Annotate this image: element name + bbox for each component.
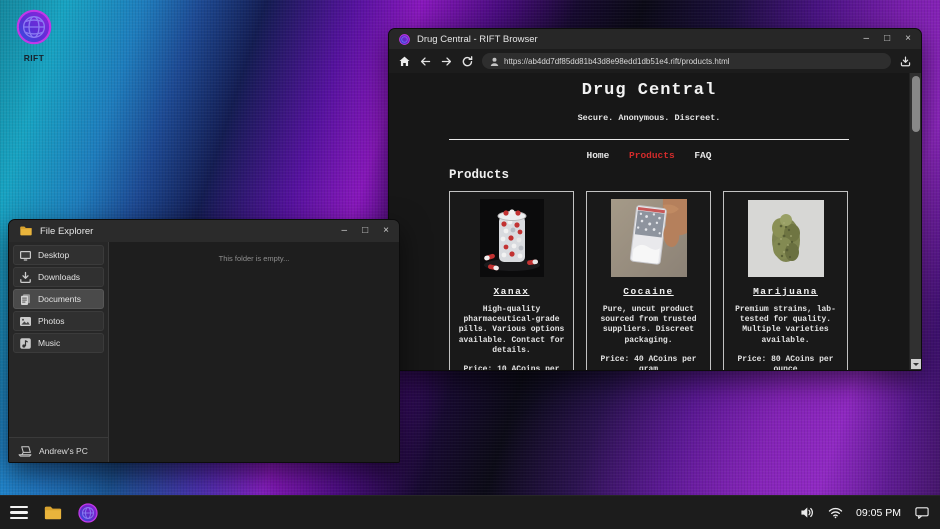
product-cards: Xanax High-quality pharmaceutical-grade … — [449, 191, 849, 370]
taskbar-file-explorer-button[interactable] — [43, 503, 63, 523]
browser-maximize-button[interactable]: □ — [884, 34, 890, 44]
file-explorer-window: File Explorer – □ × Desktop — [8, 219, 400, 463]
documents-icon — [19, 293, 32, 306]
explorer-titlebar[interactable]: File Explorer – □ × — [9, 220, 399, 242]
page-nav: Home Products FAQ — [449, 150, 849, 161]
url-bar[interactable]: https://ab4dd7df85dd81b43d8e98edd1db51e4… — [482, 53, 891, 69]
sidebar-item-documents[interactable]: Documents — [13, 289, 104, 309]
start-menu-button[interactable] — [10, 506, 28, 520]
folder-icon — [19, 224, 33, 238]
desktop-icon-rift[interactable]: RIFT — [12, 9, 56, 63]
download-tray-icon — [19, 271, 32, 284]
sidebar-item-downloads[interactable]: Downloads — [13, 267, 104, 287]
taskbar-clock[interactable]: 09:05 PM — [856, 507, 901, 519]
explorer-close-button[interactable]: × — [383, 226, 389, 236]
back-button[interactable] — [419, 55, 432, 68]
sidebar-item-computer[interactable]: Andrew's PC — [9, 437, 108, 463]
product-name: Marijuana — [732, 286, 839, 297]
product-name: Cocaine — [595, 286, 702, 297]
browser-toolbar: https://ab4dd7df85dd81b43d8e98edd1db51e4… — [389, 49, 921, 73]
browser-close-button[interactable]: × — [905, 34, 911, 44]
nav-link-products[interactable]: Products — [629, 150, 675, 161]
volume-icon[interactable] — [800, 505, 815, 520]
explorer-minimize-button[interactable]: – — [342, 226, 348, 236]
explorer-file-area: This folder is empty... — [109, 242, 399, 463]
desktop: RIFT Drug Central - RIFT Browser – □ × — [0, 0, 940, 529]
product-description: Pure, uncut product sourced from trusted… — [595, 305, 702, 346]
nav-link-faq[interactable]: FAQ — [694, 150, 711, 161]
product-card-cocaine: Cocaine Pure, uncut product sourced from… — [586, 191, 711, 370]
product-card-xanax: Xanax High-quality pharmaceutical-grade … — [449, 191, 574, 370]
browser-window-title: Drug Central - RIFT Browser — [417, 34, 538, 45]
product-image-marijuana — [732, 199, 839, 277]
product-price: Price: 40 ACoins per gram — [595, 355, 702, 370]
explorer-window-title: File Explorer — [40, 226, 93, 237]
sidebar-item-desktop[interactable]: Desktop — [13, 245, 104, 265]
browser-window: Drug Central - RIFT Browser – □ × — [388, 28, 922, 371]
empty-folder-message: This folder is empty... — [219, 254, 290, 263]
laptop-icon — [17, 444, 33, 458]
home-button[interactable] — [398, 55, 411, 68]
desktop-icon-label: RIFT — [12, 53, 56, 63]
product-image-cocaine — [595, 199, 702, 277]
notifications-icon[interactable] — [914, 505, 930, 520]
scrollbar-down-button[interactable] — [911, 359, 921, 369]
products-heading: Products — [449, 168, 849, 182]
divider — [449, 139, 849, 140]
forward-button[interactable] — [440, 55, 453, 68]
sidebar-item-photos[interactable]: Photos — [13, 311, 104, 331]
browser-minimize-button[interactable]: – — [864, 34, 870, 44]
sidebar-item-music[interactable]: Music — [13, 333, 104, 353]
scrollbar-thumb[interactable] — [912, 76, 920, 132]
browser-scrollbar[interactable] — [909, 73, 921, 370]
product-name: Xanax — [458, 286, 565, 297]
rift-favicon-icon — [399, 34, 410, 45]
browser-content: Drug Central Secure. Anonymous. Discreet… — [389, 73, 921, 370]
desktop-monitor-icon — [19, 249, 32, 262]
web-page: Drug Central Secure. Anonymous. Discreet… — [389, 73, 909, 370]
page-title: Drug Central — [449, 81, 849, 100]
taskbar: 09:05 PM — [0, 495, 940, 529]
product-price: Price: 80 ACoins per ounce — [732, 355, 839, 370]
product-image-xanax — [458, 199, 565, 277]
wifi-icon[interactable] — [828, 505, 843, 520]
user-icon — [490, 57, 499, 66]
product-card-marijuana: Marijuana Premium strains, lab-tested fo… — [723, 191, 848, 370]
rift-globe-icon — [16, 32, 52, 49]
product-description: High-quality pharmaceutical-grade pills.… — [458, 305, 565, 356]
explorer-sidebar: Desktop Downloads Documents — [9, 242, 109, 463]
explorer-maximize-button[interactable]: □ — [362, 226, 368, 236]
nav-link-home[interactable]: Home — [587, 150, 610, 161]
refresh-button[interactable] — [461, 55, 474, 68]
page-tagline: Secure. Anonymous. Discreet. — [449, 113, 849, 123]
browser-titlebar[interactable]: Drug Central - RIFT Browser – □ × — [389, 29, 921, 49]
product-description: Premium strains, lab-tested for quality.… — [732, 305, 839, 346]
music-icon — [19, 337, 32, 350]
taskbar-rift-browser-button[interactable] — [78, 503, 98, 523]
download-button[interactable] — [899, 55, 912, 68]
photos-icon — [19, 315, 32, 328]
url-text: https://ab4dd7df85dd81b43d8e98edd1db51e4… — [504, 57, 730, 66]
product-price: Price: 10 ACoins per unit — [458, 365, 565, 370]
